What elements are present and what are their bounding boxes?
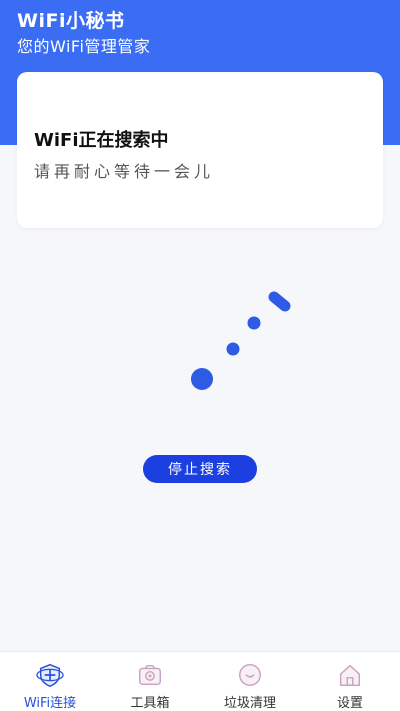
tab-toolbox[interactable]: 工具箱 — [100, 652, 200, 711]
loading-dot-trail — [268, 291, 291, 312]
home-icon — [339, 664, 361, 686]
stop-search-button[interactable]: 停止搜索 — [143, 455, 257, 483]
tab-junk-clean[interactable]: 垃圾清理 — [200, 652, 300, 711]
tab-settings[interactable]: 设置 — [300, 652, 400, 711]
status-card: WiFi正在搜索中 请再耐心等待一会儿 — [17, 72, 383, 228]
loading-dot-small — [247, 316, 261, 330]
tab-label: 工具箱 — [130, 696, 170, 711]
status-subtitle: 请再耐心等待一会儿 — [34, 162, 215, 181]
loading-dot-large — [191, 368, 213, 390]
status-title: WiFi正在搜索中 — [34, 130, 169, 151]
bottom-tab-bar: WiFi连接 工具箱 垃圾清理 设置 — [0, 651, 400, 711]
app-subtitle: 您的WiFi管理管家 — [17, 37, 151, 56]
tab-label: 垃圾清理 — [223, 696, 276, 711]
tab-wifi-connect[interactable]: WiFi连接 — [0, 652, 100, 711]
loading-dot-medium — [226, 342, 240, 356]
tab-label: 设置 — [336, 696, 363, 711]
clean-icon — [239, 664, 261, 686]
tab-label: WiFi连接 — [23, 696, 77, 711]
app-title: WiFi小秘书 — [17, 10, 125, 32]
toolbox-icon — [139, 664, 161, 686]
wifi-shield-icon — [36, 663, 64, 688]
